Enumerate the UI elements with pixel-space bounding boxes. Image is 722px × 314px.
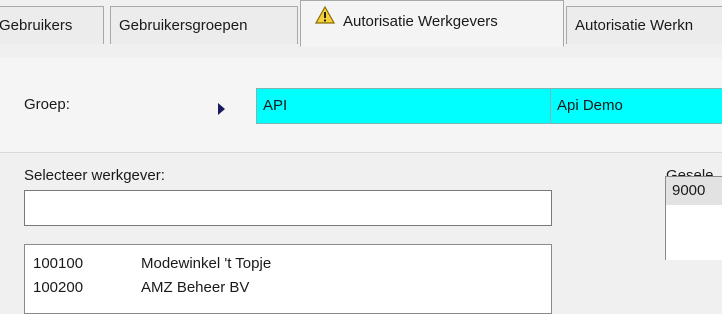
groep-row: Groep: API Api Demo [0, 58, 722, 153]
authorization-panel: Groep: API Api Demo Selecteer werkgever:… [0, 46, 722, 314]
employer-search-input[interactable] [24, 190, 552, 226]
employer-code: 100200 [33, 279, 84, 296]
list-item[interactable]: 9000 [666, 177, 722, 205]
tab-label: Gebruikersgroepen [119, 17, 248, 34]
employer-name: Modewinkel 't Topje [141, 255, 272, 272]
selected-code: 9000 [672, 182, 706, 199]
employer-name: AMZ Beheer BV [141, 279, 250, 296]
tab-autorisatie-werknemers[interactable]: Autorisatie Werkn [566, 6, 722, 44]
row-pointer-icon [218, 103, 225, 115]
employer-code: 100100 [33, 255, 84, 272]
selected-list[interactable]: 9000 [665, 176, 722, 260]
groep-label: Groep: [24, 96, 70, 113]
tab-gebruikersgroepen[interactable]: Gebruikersgroepen [110, 6, 298, 44]
tab-gebruikers[interactable]: Gebruikers [0, 6, 104, 44]
groep-name-field[interactable]: Api Demo [550, 88, 722, 124]
employer-list[interactable]: 100100 Modewinkel 't Topje 100200 AMZ Be… [24, 244, 552, 314]
groep-code-field[interactable]: API [256, 88, 552, 124]
tab-autorisatie-werkgevers[interactable]: Autorisatie Werkgevers [300, 0, 564, 47]
tab-strip: Gebruikers Gebruikersgroepen Autorisatie… [0, 0, 722, 47]
select-employer-label: Selecteer werkgever: [24, 167, 165, 184]
tab-label: Autorisatie Werkn [575, 17, 694, 34]
tab-label: Autorisatie Werkgevers [343, 13, 498, 30]
warning-icon [314, 1, 336, 41]
tab-label: Gebruikers [0, 17, 73, 34]
